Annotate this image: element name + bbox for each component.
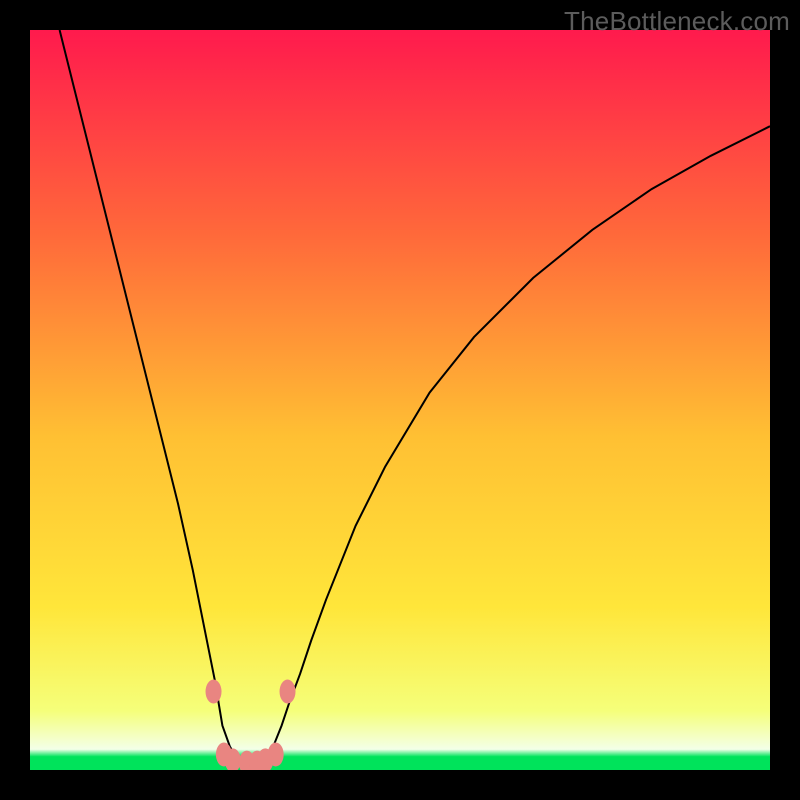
gradient-background — [30, 30, 770, 770]
marker-dot — [206, 680, 222, 704]
marker-dot — [280, 680, 296, 704]
green-band — [30, 757, 770, 770]
chart-frame: TheBottleneck.com — [0, 0, 800, 800]
bottleneck-plot — [30, 30, 770, 770]
marker-dot — [216, 742, 232, 766]
watermark-text: TheBottleneck.com — [564, 6, 790, 37]
